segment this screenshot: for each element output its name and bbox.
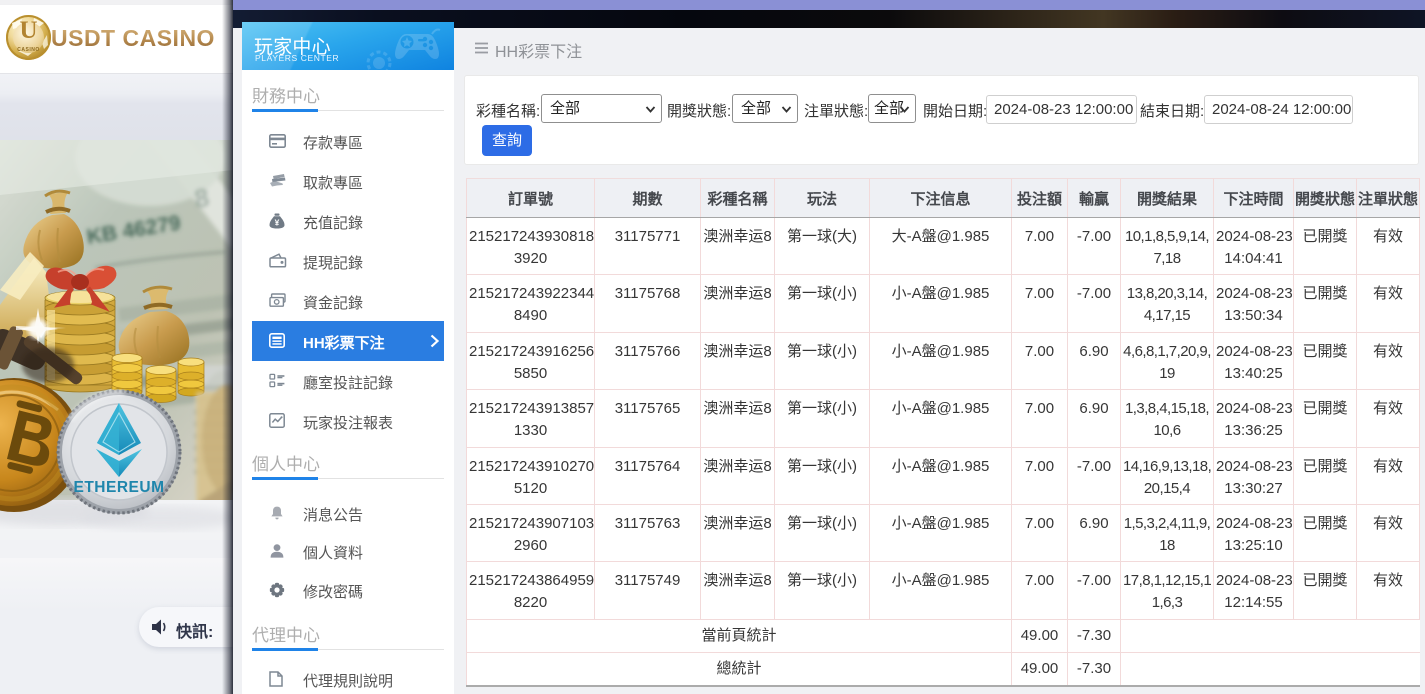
- svg-text:¥: ¥: [275, 217, 280, 227]
- svg-text:ETHEREUM: ETHEREUM: [74, 479, 165, 496]
